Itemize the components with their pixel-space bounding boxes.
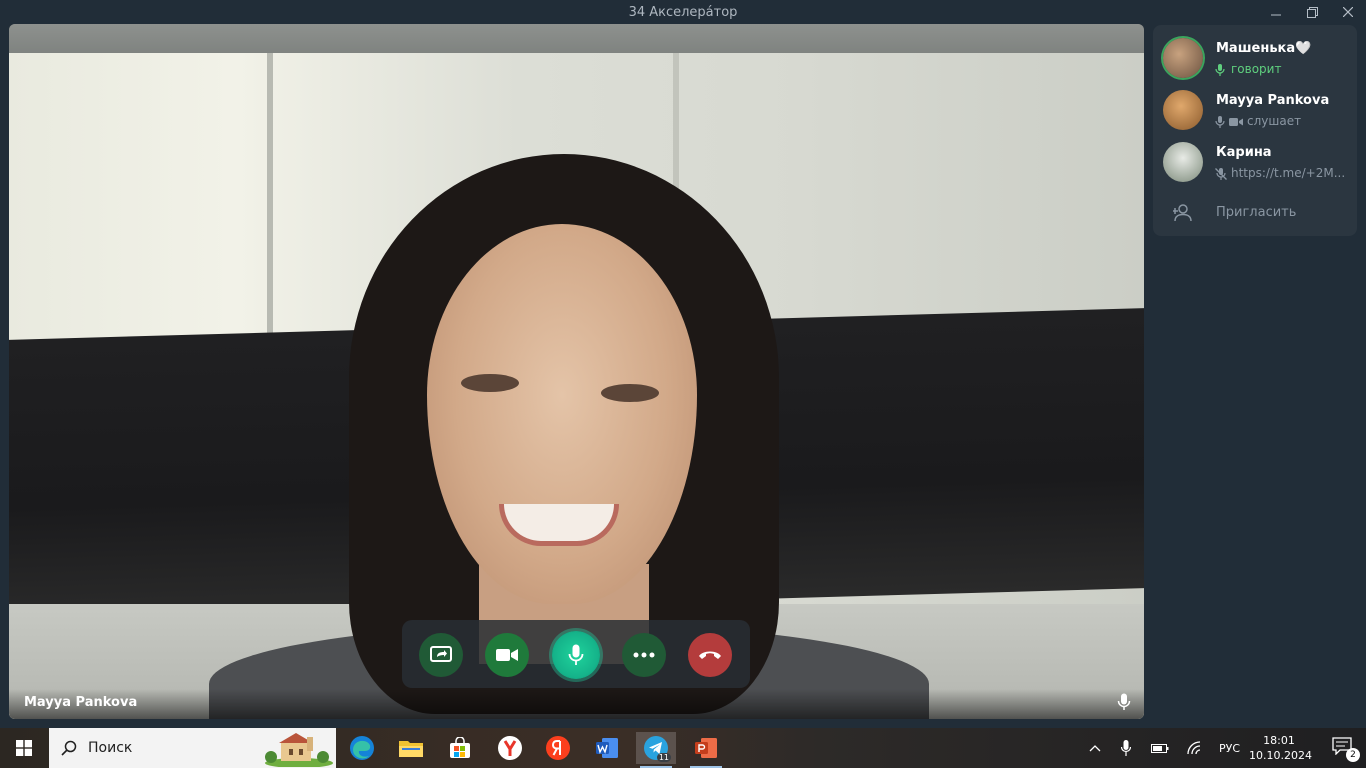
participant-status: слушает bbox=[1247, 114, 1302, 128]
folder-icon bbox=[399, 741, 423, 757]
taskbar-clock[interactable]: 18:01 10.10.2024 bbox=[1249, 733, 1312, 763]
participant-name: Машенька🤍 bbox=[1216, 41, 1312, 56]
restore-icon bbox=[1306, 6, 1318, 18]
microphone-icon bbox=[1215, 116, 1225, 128]
end-call-icon bbox=[699, 651, 721, 659]
screen-share-icon bbox=[430, 646, 452, 662]
search-highlight-illustration-icon bbox=[265, 733, 333, 767]
taskbar-file-explorer[interactable] bbox=[391, 732, 431, 764]
video-person-eye bbox=[601, 384, 659, 402]
clock-time: 18:01 bbox=[1263, 734, 1295, 747]
notification-count-badge: 2 bbox=[1346, 748, 1360, 762]
participant-status: https://t.me/+2M... bbox=[1231, 166, 1346, 180]
minimize-button[interactable] bbox=[1258, 0, 1294, 24]
video-person-face bbox=[427, 224, 697, 604]
close-button[interactable] bbox=[1330, 0, 1366, 24]
invite-button[interactable]: Пригласить bbox=[1153, 197, 1357, 231]
taskbar-powerpoint[interactable] bbox=[686, 732, 726, 768]
taskbar-word[interactable] bbox=[587, 732, 627, 764]
window-title: 34 Акселера́тор bbox=[628, 4, 738, 20]
battery-icon[interactable] bbox=[1151, 742, 1169, 754]
end-call-button[interactable] bbox=[688, 633, 732, 677]
invite-label: Пригласить bbox=[1216, 205, 1297, 220]
search-icon bbox=[61, 740, 77, 756]
call-controls-bar bbox=[402, 620, 750, 688]
video-name-bar bbox=[9, 689, 1144, 719]
language-indicator[interactable]: РУС bbox=[1219, 742, 1240, 755]
telegram-unread-badge: 11 bbox=[656, 753, 671, 762]
edge-browser-icon bbox=[350, 736, 374, 760]
camera-icon bbox=[496, 649, 518, 661]
taskbar-edge[interactable] bbox=[342, 732, 382, 764]
close-icon bbox=[1343, 7, 1353, 17]
main-video-tile[interactable]: Mayya Pankova bbox=[9, 24, 1144, 719]
clock-date: 10.10.2024 bbox=[1249, 749, 1312, 762]
participant-item[interactable]: Mayya Pankova слушает bbox=[1153, 83, 1357, 135]
participants-panel: Машенька🤍 говорит Mayya Pankova слушает bbox=[1153, 25, 1357, 236]
more-dots-icon bbox=[633, 652, 655, 658]
avatar bbox=[1163, 142, 1203, 182]
window-controls bbox=[1258, 0, 1366, 24]
minimize-icon bbox=[1271, 14, 1281, 16]
avatar bbox=[1163, 90, 1203, 130]
telegram-call-window: 34 Акселера́тор Mayya Pankova Машенька🤍 … bbox=[0, 0, 1366, 728]
video-top-bar bbox=[9, 24, 1144, 53]
taskbar-telegram[interactable]: 11 bbox=[636, 732, 676, 768]
powerpoint-icon bbox=[695, 738, 717, 758]
participant-name: Mayya Pankova bbox=[1216, 93, 1330, 108]
video-speaker-name: Mayya Pankova bbox=[24, 695, 138, 710]
participant-item[interactable]: Карина https://t.me/+2M... bbox=[1153, 135, 1357, 187]
system-tray: РУС bbox=[1089, 728, 1240, 768]
notification-center-button[interactable]: 2 bbox=[1332, 737, 1360, 762]
wifi-icon[interactable] bbox=[1187, 741, 1203, 755]
search-placeholder: Поиск bbox=[88, 740, 133, 756]
avatar bbox=[1163, 38, 1203, 78]
microphone-icon bbox=[568, 644, 584, 665]
word-icon bbox=[596, 738, 618, 758]
microphone-icon bbox=[1117, 693, 1131, 710]
taskbar-yandex[interactable] bbox=[538, 732, 578, 764]
taskbar-yandex-browser[interactable] bbox=[490, 732, 530, 764]
yandex-logo-icon bbox=[546, 736, 570, 760]
camera-button[interactable] bbox=[485, 633, 529, 677]
microphone-in-use-icon[interactable] bbox=[1121, 740, 1131, 756]
windows-taskbar: Поиск 11 РУС 18:01 10.10.2024 2 bbox=[0, 728, 1366, 768]
more-options-button[interactable] bbox=[622, 633, 666, 677]
participant-name: Карина bbox=[1216, 145, 1272, 160]
yandex-browser-icon bbox=[498, 736, 522, 760]
start-button[interactable] bbox=[0, 728, 48, 768]
title-bar: 34 Акселера́тор bbox=[0, 0, 1366, 24]
participant-status: говорит bbox=[1231, 62, 1282, 76]
add-user-icon bbox=[1173, 204, 1192, 222]
taskbar-store[interactable] bbox=[440, 732, 480, 764]
windows-logo-icon bbox=[16, 740, 32, 756]
screen-share-button[interactable] bbox=[419, 633, 463, 677]
taskbar-search-box[interactable]: Поиск bbox=[49, 728, 336, 768]
participant-item[interactable]: Машенька🤍 говорит bbox=[1153, 31, 1357, 83]
restore-button[interactable] bbox=[1294, 0, 1330, 24]
microphone-muted-icon bbox=[1215, 168, 1227, 180]
camera-icon bbox=[1229, 118, 1243, 126]
microphone-active-icon bbox=[1215, 64, 1225, 76]
video-person-eye bbox=[461, 374, 519, 392]
microphone-button[interactable] bbox=[552, 631, 600, 679]
store-bag-icon bbox=[450, 737, 470, 758]
chevron-up-icon[interactable] bbox=[1089, 744, 1101, 752]
